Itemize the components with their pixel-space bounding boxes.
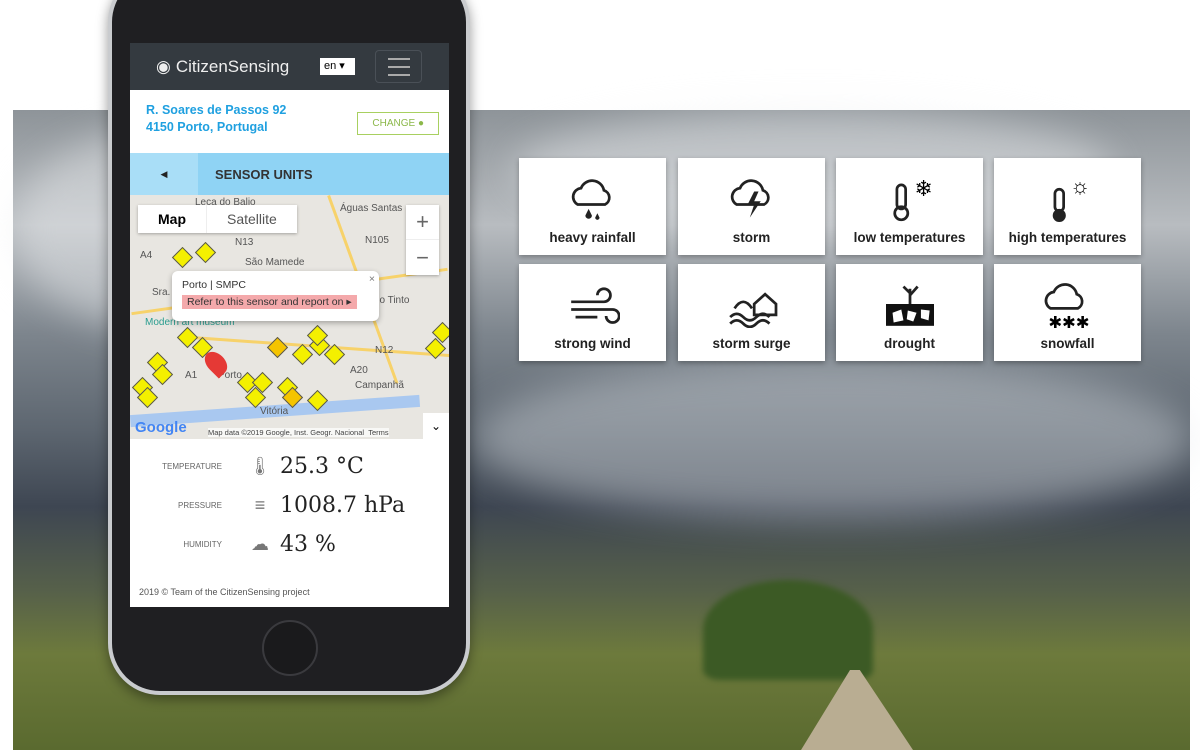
event-label: drought: [884, 336, 935, 351]
event-label: storm surge: [712, 336, 791, 351]
map-type-map[interactable]: Map: [138, 205, 206, 233]
svg-text:✱✱✱: ✱✱✱: [1048, 314, 1089, 328]
language-select[interactable]: en ▾: [320, 58, 355, 75]
drought-icon: [885, 285, 934, 326]
map-label: N13: [235, 237, 254, 248]
map-label: A1: [185, 370, 198, 381]
map-label: A4: [140, 250, 153, 261]
zoom-in-button[interactable]: +: [406, 205, 439, 240]
logo[interactable]: ◉ CitizenSensing: [156, 57, 289, 77]
event-tile-low-temperatures[interactable]: ❄ low temperatures: [836, 158, 983, 255]
storm-icon: [730, 179, 770, 218]
address: R. Soares de Passos 92 4150 Porto, Portu…: [130, 90, 449, 153]
phone-screen: ◉ CitizenSensing en ▾ R. Soares de Passos…: [130, 43, 449, 607]
map-label: Vitória: [260, 406, 289, 417]
home-button: [262, 620, 318, 676]
map-label: N105: [365, 235, 389, 246]
sensor-marker[interactable]: [171, 246, 194, 269]
high-temperature-icon: ☼: [1052, 174, 1090, 222]
map-label: N12: [375, 345, 394, 356]
event-label: high temperatures: [1008, 230, 1127, 245]
low-temperature-icon: ❄: [892, 176, 932, 222]
sensor-popup: Porto | SMPC Refer to this sensor and re…: [172, 271, 379, 321]
map-label: A20: [350, 365, 368, 376]
terms-link[interactable]: Terms: [368, 428, 388, 437]
event-label: snowfall: [1040, 336, 1095, 351]
event-tile-snowfall[interactable]: ✱✱✱ snowfall: [994, 264, 1141, 361]
map-label: São Mamede: [245, 257, 305, 268]
event-tile-drought[interactable]: drought: [836, 264, 983, 361]
map-label: Campanhã: [355, 380, 404, 391]
event-tile-storm[interactable]: storm: [678, 158, 825, 255]
thermometer-icon: 🌡: [248, 456, 272, 476]
event-tile-storm-surge[interactable]: storm surge: [678, 264, 825, 361]
snowfall-icon: ✱✱✱: [1044, 283, 1089, 328]
chevron-down-icon[interactable]: ⌄: [423, 413, 449, 439]
event-label: heavy rainfall: [549, 230, 636, 245]
change-location-button[interactable]: CHANGE ●: [357, 112, 439, 135]
readings: TEMPERATURE 🌡 25.3 °C PRESSURE ≡ 1008.7 hPa …: [130, 439, 449, 564]
event-label: low temperatures: [853, 230, 966, 245]
sensor-marker[interactable]: [266, 336, 289, 359]
subheader: ◀ SENSOR UNITS: [130, 153, 449, 195]
event-label: storm: [732, 230, 771, 245]
map-label: Sra.: [152, 287, 171, 298]
map-label: Águas Santas: [340, 203, 403, 214]
google-logo: Google: [135, 419, 187, 436]
humidity-cloud-icon: ☁: [251, 534, 269, 554]
event-tile-heavy-rainfall[interactable]: heavy rainfall: [519, 158, 666, 255]
report-link[interactable]: Refer to this sensor and report on ▸: [182, 295, 357, 309]
subheader-title: SENSOR UNITS: [215, 166, 313, 182]
storm-surge-icon: [728, 292, 777, 328]
strong-wind-icon: [570, 287, 620, 324]
event-tile-high-temperatures[interactable]: ☼ high temperatures: [994, 158, 1141, 255]
event-tile-strong-wind[interactable]: strong wind: [519, 264, 666, 361]
heavy-rainfall-icon: [571, 179, 611, 220]
sensor-marker[interactable]: [194, 241, 217, 264]
sensor-map[interactable]: Leca do Balio Águas Santas São Mamede Sra. R…: [130, 195, 449, 439]
svg-text:☼: ☼: [1070, 174, 1090, 199]
pressure-lines-icon: ≡: [254, 495, 266, 515]
svg-text:❄: ❄: [914, 176, 932, 201]
close-icon[interactable]: ×: [369, 273, 375, 285]
footer: 2019 © Team of the CitizenSensing projec…: [139, 587, 310, 597]
map-type-satellite[interactable]: Satellite: [206, 205, 297, 233]
hamburger-menu-button[interactable]: [375, 50, 422, 83]
navbar: ◉ CitizenSensing en ▾: [130, 43, 449, 90]
event-label: strong wind: [554, 336, 631, 351]
reading-humidity: HUMIDITY ☁ 43 %: [183, 532, 336, 557]
sensor-icon: ◉: [156, 56, 171, 76]
reading-pressure: PRESSURE ≡ 1008.7 hPa: [177, 493, 406, 518]
zoom-out-button[interactable]: −: [406, 240, 439, 275]
back-button[interactable]: ◀: [130, 153, 198, 195]
reading-temperature: TEMPERATURE 🌡 25.3 °C: [162, 454, 364, 479]
location-pin-icon: ●: [417, 118, 424, 129]
